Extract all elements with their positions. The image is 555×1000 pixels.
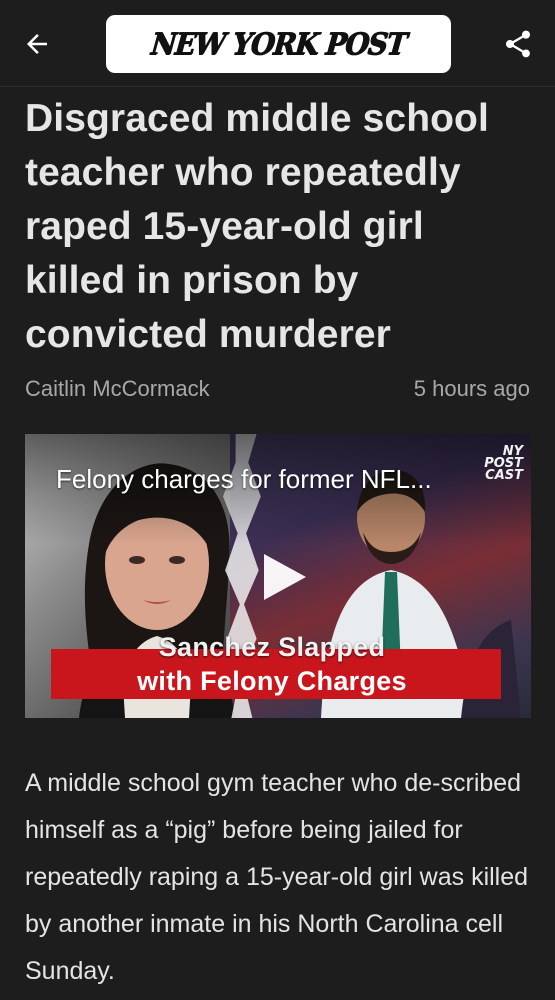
publish-time: 5 hours ago [413,376,530,401]
play-button[interactable] [260,552,310,602]
top-app-bar: NEW YORK POST [0,0,555,87]
share-icon [506,30,530,58]
article-headline: Disgraced middle school teacher who repe… [25,97,489,356]
back-button[interactable] [18,26,56,62]
article-byline: Caitlin McCormack 5 hours ago [25,376,530,406]
video-player[interactable]: Felony charges for former NFL... NY POST… [25,434,531,718]
author-name[interactable]: Caitlin McCormack [25,376,210,402]
play-icon [264,554,306,600]
caption-line-1: Sanchez Slapped [158,632,386,662]
arrow-left-icon [27,34,47,54]
share-button[interactable] [498,24,538,64]
brand-logo-text: NEW YORK POST [149,26,408,62]
article-body-paragraph: A middle school gym teacher who de-scrib… [25,769,529,985]
video-title: Felony charges for former NFL... [56,464,432,494]
brand-logo[interactable]: NEW YORK POST [106,15,451,73]
badge-line: CAST [485,468,523,483]
nypostcast-badge: NY POST CAST [475,445,523,483]
caption-line-2: with Felony Charges [137,666,407,696]
